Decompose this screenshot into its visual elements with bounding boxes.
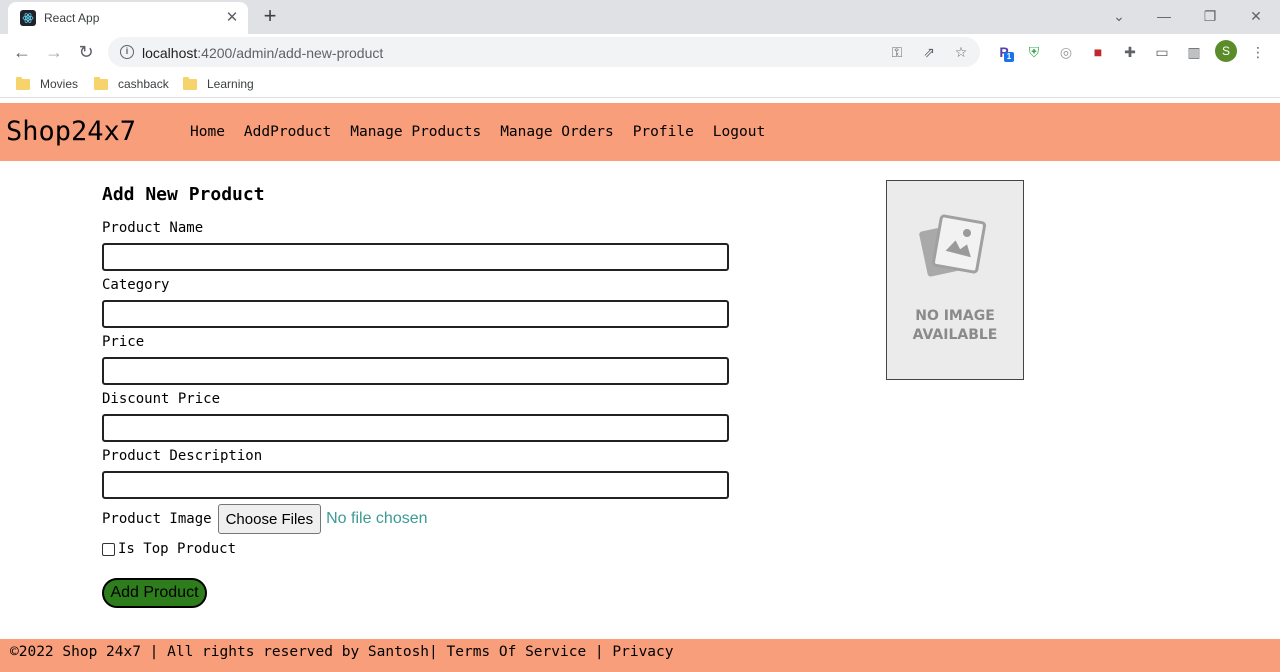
- app-navbar: Shop24x7 Home AddProduct Manage Products…: [0, 103, 1280, 161]
- folder-icon: [183, 76, 197, 90]
- footer-line: ©2022 Shop 24x7 | All rights reserved by…: [10, 644, 674, 660]
- product-image-label: Product Image: [102, 511, 212, 527]
- product-description-input[interactable]: [102, 471, 729, 499]
- privacy-link[interactable]: Privacy: [612, 644, 673, 660]
- nav-profile[interactable]: Profile: [633, 124, 694, 140]
- extension-red-icon[interactable]: ■: [1088, 42, 1108, 62]
- profile-avatar[interactable]: S: [1215, 40, 1237, 62]
- puzzle-extensions-icon[interactable]: ✚: [1120, 42, 1140, 62]
- add-product-button[interactable]: Add Product: [102, 578, 207, 608]
- discount-price-label: Discount Price: [102, 391, 221, 407]
- product-name-input[interactable]: [102, 243, 729, 271]
- folder-icon: [94, 76, 108, 90]
- main-menu: Home AddProduct Manage Products Manage O…: [190, 124, 784, 140]
- product-description-label: Product Description: [102, 448, 263, 464]
- forward-icon[interactable]: →: [42, 41, 66, 63]
- copyright-text: ©2022 Shop 24x7 | All rights reserved by…: [10, 644, 438, 660]
- no-image-text: NO IMAGE AVAILABLE: [912, 308, 998, 343]
- reload-icon[interactable]: ↻: [74, 41, 98, 63]
- product-image-row: Product Image Choose Files No file chose…: [102, 504, 732, 534]
- close-window-icon[interactable]: ✕: [1244, 4, 1268, 28]
- nav-manage-orders[interactable]: Manage Orders: [500, 124, 614, 140]
- restore-icon[interactable]: ❐: [1198, 4, 1222, 28]
- nav-logout[interactable]: Logout: [713, 124, 765, 140]
- folder-icon: [16, 76, 30, 90]
- site-info-icon[interactable]: i: [120, 45, 134, 59]
- key-icon[interactable]: ⚿: [888, 43, 906, 61]
- price-label: Price: [102, 334, 145, 350]
- browser-toolbar: ← → ↻ i localhost:4200/admin/add-new-pro…: [0, 34, 1280, 70]
- new-tab-icon[interactable]: +: [259, 5, 281, 27]
- nav-home[interactable]: Home: [190, 124, 225, 140]
- browser-tab-bar: React App ✕ + ⌄ — ❐ ✕: [0, 0, 1280, 34]
- bookmark-cashback[interactable]: cashback: [94, 76, 169, 92]
- nav-manage-products[interactable]: Manage Products: [350, 124, 481, 140]
- photo-placeholder-icon: [919, 214, 987, 277]
- react-favicon-icon: [20, 10, 36, 26]
- more-menu-icon[interactable]: ⋮: [1248, 42, 1268, 62]
- footer: ©2022 Shop 24x7 | All rights reserved by…: [0, 639, 1280, 672]
- minimize-icon[interactable]: —: [1152, 4, 1176, 28]
- shield-extension-icon[interactable]: ⛨: [1024, 42, 1044, 62]
- top-product-row: Is Top Product: [102, 540, 732, 558]
- extension-p-icon[interactable]: P1: [994, 42, 1014, 62]
- product-name-label: Product Name: [102, 220, 204, 236]
- price-input[interactable]: [102, 357, 729, 385]
- category-label: Category: [102, 277, 170, 293]
- tab-title: React App: [44, 11, 100, 25]
- bookmarks-bar: Movies cashback Learning: [0, 70, 1280, 98]
- discount-price-input[interactable]: [102, 414, 729, 442]
- share-icon[interactable]: ⇗: [920, 43, 938, 61]
- nav-add-product[interactable]: AddProduct: [244, 124, 331, 140]
- image-preview: NO IMAGE AVAILABLE: [886, 180, 1024, 380]
- url-text[interactable]: localhost:4200/admin/add-new-product: [142, 45, 383, 61]
- side-panel-icon[interactable]: ▥: [1184, 42, 1204, 62]
- address-bar[interactable]: i localhost:4200/admin/add-new-product ⚿…: [108, 37, 980, 67]
- category-input[interactable]: [102, 300, 729, 328]
- extension-circle-icon[interactable]: ◎: [1056, 42, 1076, 62]
- cast-icon[interactable]: ▭: [1152, 42, 1172, 62]
- bookmark-learning[interactable]: Learning: [183, 76, 254, 92]
- add-product-form: Add New Product Product Name Category Pr…: [102, 184, 732, 608]
- page-title: Add New Product: [102, 184, 265, 205]
- tab-search-chevron-icon[interactable]: ⌄: [1107, 4, 1131, 28]
- browser-tab[interactable]: React App ✕: [8, 2, 248, 34]
- top-product-label[interactable]: Is Top Product: [118, 541, 236, 557]
- brand-logo[interactable]: Shop24x7: [6, 116, 136, 147]
- file-status-text: No file chosen: [326, 510, 428, 527]
- close-tab-icon[interactable]: ✕: [223, 9, 241, 27]
- bookmark-movies[interactable]: Movies: [16, 76, 78, 92]
- choose-files-button[interactable]: Choose Files: [217, 504, 322, 534]
- terms-link[interactable]: Terms Of Service: [447, 644, 587, 660]
- footer-separator: |: [594, 644, 604, 660]
- back-icon[interactable]: ←: [10, 41, 34, 63]
- top-product-checkbox[interactable]: [102, 542, 115, 556]
- bookmark-star-icon[interactable]: ☆: [952, 43, 970, 61]
